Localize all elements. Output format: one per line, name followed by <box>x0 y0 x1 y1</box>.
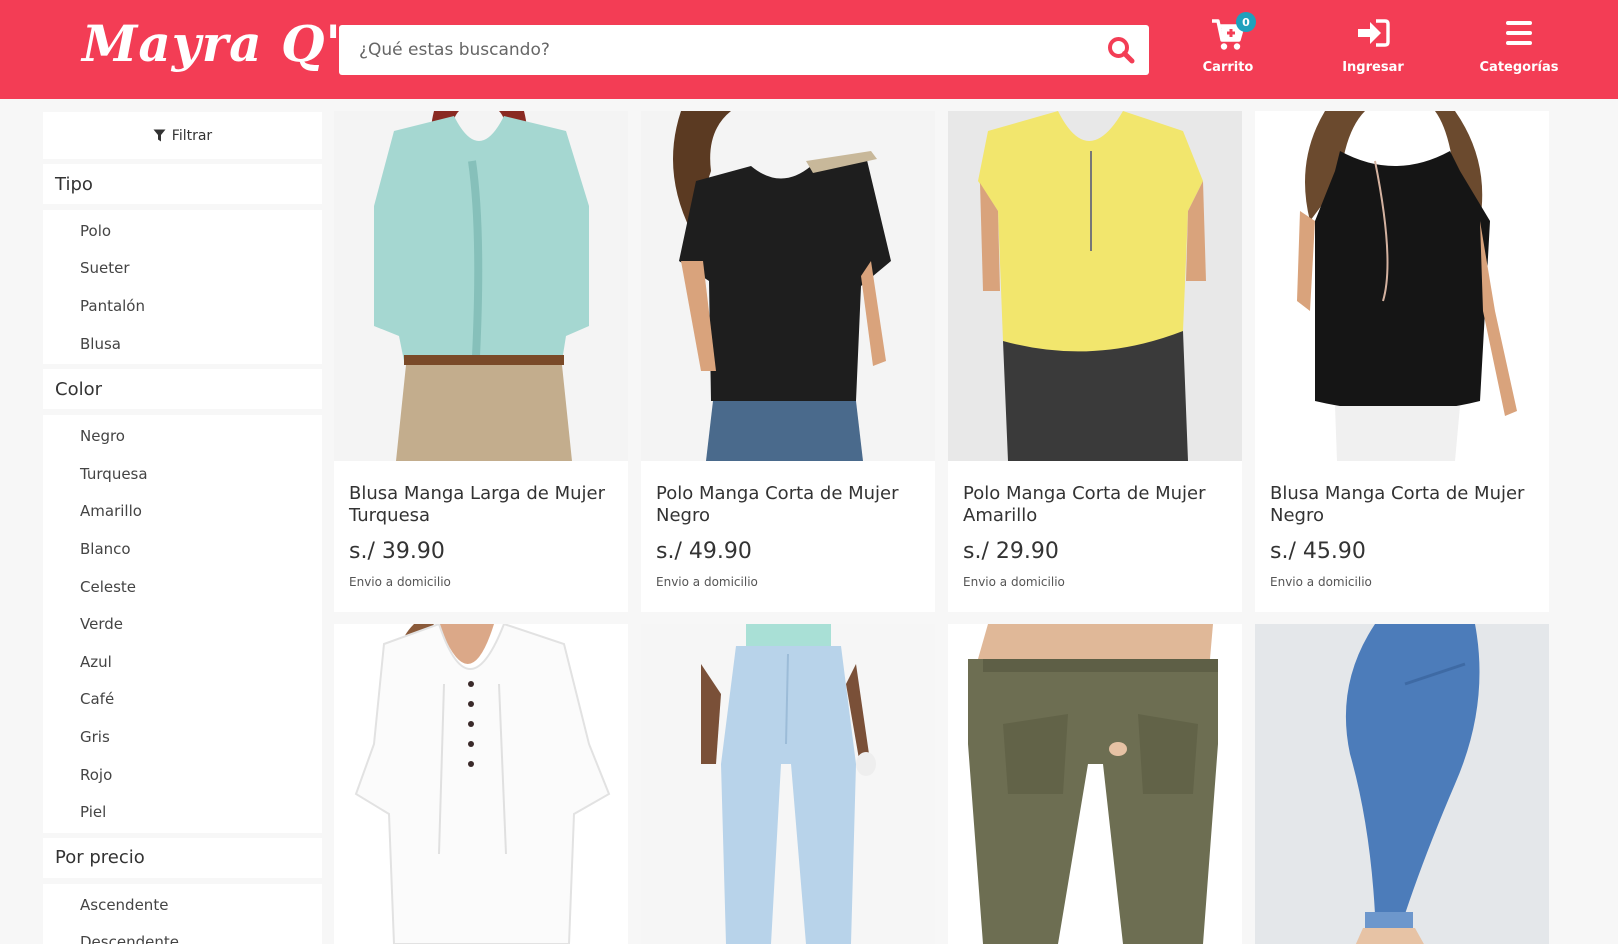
sort-option-descendente[interactable]: Descendente <box>43 924 322 944</box>
product-grid: Blusa Manga Larga de Mujer Turquesa s./ … <box>334 111 1550 944</box>
cart-button[interactable]: 0 Carrito <box>1173 12 1283 75</box>
section-title-tipo: Tipo <box>43 164 322 204</box>
cart-count-badge: 0 <box>1236 12 1256 32</box>
product-price: s./ 39.90 <box>349 539 445 564</box>
product-price: s./ 49.90 <box>656 539 752 564</box>
filter-option-sueter[interactable]: Sueter <box>43 250 322 288</box>
product-image[interactable] <box>948 111 1242 461</box>
product-card[interactable] <box>948 624 1242 944</box>
product-shipping: Envio a domicilio <box>1270 575 1372 589</box>
search-icon <box>1108 37 1135 64</box>
product-name[interactable]: Blusa Manga Corta de Mujer Negro <box>1270 483 1540 527</box>
product-name[interactable]: Polo Manga Corta de Mujer Amarillo <box>963 483 1233 527</box>
menu-icon <box>1506 21 1532 45</box>
product-card[interactable]: Blusa Manga Larga de Mujer Turquesa s./ … <box>334 111 628 612</box>
product-image[interactable] <box>641 111 935 461</box>
sort-option-ascendente[interactable]: Ascendente <box>43 886 322 924</box>
product-price: s./ 29.90 <box>963 539 1059 564</box>
filter-button[interactable]: Filtrar <box>43 112 322 159</box>
product-card[interactable]: Blusa Manga Corta de Mujer Negro s./ 45.… <box>1255 111 1549 612</box>
filter-option-rojo[interactable]: Rojo <box>43 756 322 794</box>
product-shipping: Envio a domicilio <box>656 575 758 589</box>
product-image[interactable] <box>1255 624 1549 944</box>
product-price: s./ 45.90 <box>1270 539 1366 564</box>
site-logo[interactable]: Mayra Q' <box>82 14 342 73</box>
filter-option-cafe[interactable]: Café <box>43 681 322 719</box>
product-card[interactable]: Polo Manga Corta de Mujer Negro s./ 49.9… <box>641 111 935 612</box>
filter-option-polo[interactable]: Polo <box>43 212 322 250</box>
login-label: Ingresar <box>1342 60 1404 75</box>
filter-option-blusa[interactable]: Blusa <box>43 325 322 363</box>
categories-label: Categorías <box>1479 60 1559 75</box>
filter-option-gris[interactable]: Gris <box>43 718 322 756</box>
filter-option-negro[interactable]: Negro <box>43 417 322 455</box>
search-bar <box>339 25 1149 75</box>
filter-option-amarillo[interactable]: Amarillo <box>43 493 322 531</box>
filter-option-turquesa[interactable]: Turquesa <box>43 455 322 493</box>
color-options: Negro Turquesa Amarillo Blanco Celeste V… <box>43 415 322 833</box>
filter-icon <box>153 129 166 142</box>
filter-sidebar: Filtrar Tipo Polo Sueter Pantalón Blusa … <box>43 112 322 944</box>
product-name[interactable]: Polo Manga Corta de Mujer Negro <box>656 483 926 527</box>
product-image[interactable] <box>334 111 628 461</box>
filter-option-piel[interactable]: Piel <box>43 793 322 831</box>
categories-button[interactable]: Categorías <box>1464 18 1574 75</box>
product-card[interactable] <box>641 624 935 944</box>
sign-in-icon <box>1358 19 1390 47</box>
product-card[interactable]: Polo Manga Corta de Mujer Amarillo s./ 2… <box>948 111 1242 612</box>
filter-option-verde[interactable]: Verde <box>43 605 322 643</box>
product-shipping: Envio a domicilio <box>963 575 1065 589</box>
filter-option-celeste[interactable]: Celeste <box>43 568 322 606</box>
search-input[interactable] <box>339 25 1079 75</box>
product-image[interactable] <box>1255 111 1549 461</box>
tipo-options: Polo Sueter Pantalón Blusa <box>43 210 322 365</box>
login-button[interactable]: Ingresar <box>1318 18 1428 75</box>
filter-option-blanco[interactable]: Blanco <box>43 530 322 568</box>
section-title-precio: Por precio <box>43 837 322 878</box>
price-sort-options: Ascendente Descendente <box>43 883 322 944</box>
product-image[interactable] <box>948 624 1242 944</box>
product-shipping: Envio a domicilio <box>349 575 451 589</box>
product-name[interactable]: Blusa Manga Larga de Mujer Turquesa <box>349 483 619 527</box>
section-title-color: Color <box>43 369 322 410</box>
product-image[interactable] <box>334 624 628 944</box>
cart-label: Carrito <box>1202 60 1254 75</box>
filter-label: Filtrar <box>171 127 213 144</box>
product-card[interactable] <box>334 624 628 944</box>
search-button[interactable] <box>1103 33 1139 67</box>
product-image[interactable] <box>641 624 935 944</box>
filter-option-pantalon[interactable]: Pantalón <box>43 287 322 325</box>
filter-option-azul[interactable]: Azul <box>43 643 322 681</box>
product-card[interactable] <box>1255 624 1549 944</box>
top-header: Mayra Q' 0 Carrito <box>0 0 1618 99</box>
